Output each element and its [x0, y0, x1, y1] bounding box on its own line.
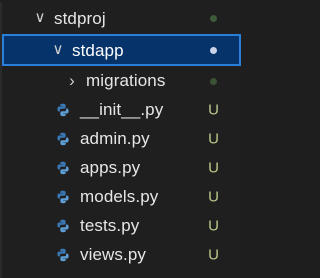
python-icon — [56, 190, 70, 204]
tree-folder-migrations[interactable]: › migrations — [2, 66, 241, 95]
python-icon — [56, 132, 70, 146]
tree-file-init[interactable]: __init__.py U — [2, 95, 241, 124]
tree-item-label: views.py — [80, 245, 146, 264]
git-untracked-badge: U — [208, 130, 219, 147]
file-explorer: ∨ stdproj ∨ stdapp › migrations __init__… — [0, 2, 241, 278]
tree-file-admin[interactable]: admin.py U — [2, 124, 241, 153]
python-icon — [56, 161, 70, 175]
tree-item-label: models.py — [80, 187, 159, 206]
chevron-down-icon[interactable]: ∨ — [50, 35, 66, 64]
tree-item-label: stdapp — [72, 40, 124, 60]
tree-folder-stdproj[interactable]: ∨ stdproj — [2, 2, 241, 34]
tree-file-apps[interactable]: apps.py U — [2, 153, 241, 182]
chevron-right-icon[interactable]: › — [64, 66, 80, 95]
tree-folder-stdapp[interactable]: ∨ stdapp — [2, 34, 241, 66]
tree-item-label: admin.py — [80, 129, 150, 148]
python-icon — [56, 103, 70, 117]
tree-file-views[interactable]: views.py U — [2, 240, 241, 269]
git-status-dot — [210, 77, 217, 85]
git-untracked-badge: U — [208, 188, 219, 205]
python-icon — [56, 219, 70, 233]
tree-item-label: migrations — [86, 71, 166, 90]
tree-file-models[interactable]: models.py U — [2, 182, 241, 211]
git-untracked-badge: U — [208, 159, 219, 176]
tree-file-tests[interactable]: tests.py U — [2, 211, 241, 240]
tree-item-label: apps.py — [80, 158, 141, 177]
python-icon — [56, 248, 70, 262]
tree-item-label: tests.py — [80, 216, 140, 235]
chevron-down-icon[interactable]: ∨ — [32, 3, 48, 32]
tree-item-label: __init__.py — [80, 100, 164, 119]
git-untracked-badge: U — [208, 101, 219, 118]
git-status-dot — [210, 15, 217, 22]
tree-item-label: stdproj — [54, 8, 106, 28]
git-untracked-badge: U — [208, 217, 219, 234]
git-untracked-badge: U — [208, 246, 219, 263]
git-status-dot — [210, 47, 217, 54]
